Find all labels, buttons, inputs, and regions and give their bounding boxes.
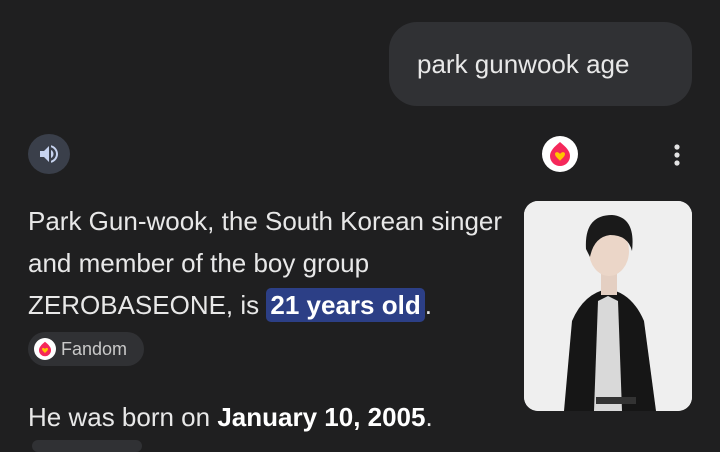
- born-text: He was born on January 10, 2005.: [28, 396, 508, 438]
- user-query-bubble[interactable]: park gunwook age: [389, 22, 692, 106]
- person-photo[interactable]: [524, 201, 692, 411]
- speaker-icon: [40, 145, 58, 163]
- source-chip-label: Fandom: [61, 338, 128, 359]
- born-date: January 10, 2005: [217, 402, 426, 432]
- source-chip[interactable]: Fandom: [28, 332, 144, 366]
- born-prefix: He was born on: [28, 402, 218, 432]
- fandom-logo-icon: [34, 338, 56, 360]
- listen-button[interactable]: [28, 134, 70, 174]
- born-suffix: .: [425, 402, 433, 432]
- fandom-source-logo[interactable]: [542, 136, 578, 172]
- answer-part2: .: [424, 290, 432, 320]
- answer-text: Park Gun-wook, the South Korean singer a…: [28, 200, 508, 326]
- query-text: park gunwook age: [417, 48, 630, 79]
- fandom-logo-icon: [550, 142, 570, 166]
- person-photo-image: [524, 201, 692, 411]
- partial-source-chip[interactable]: [32, 440, 142, 452]
- more-vert-icon: [674, 144, 680, 166]
- answer-highlight: 21 years old: [266, 288, 425, 322]
- more-options-button[interactable]: [662, 140, 692, 170]
